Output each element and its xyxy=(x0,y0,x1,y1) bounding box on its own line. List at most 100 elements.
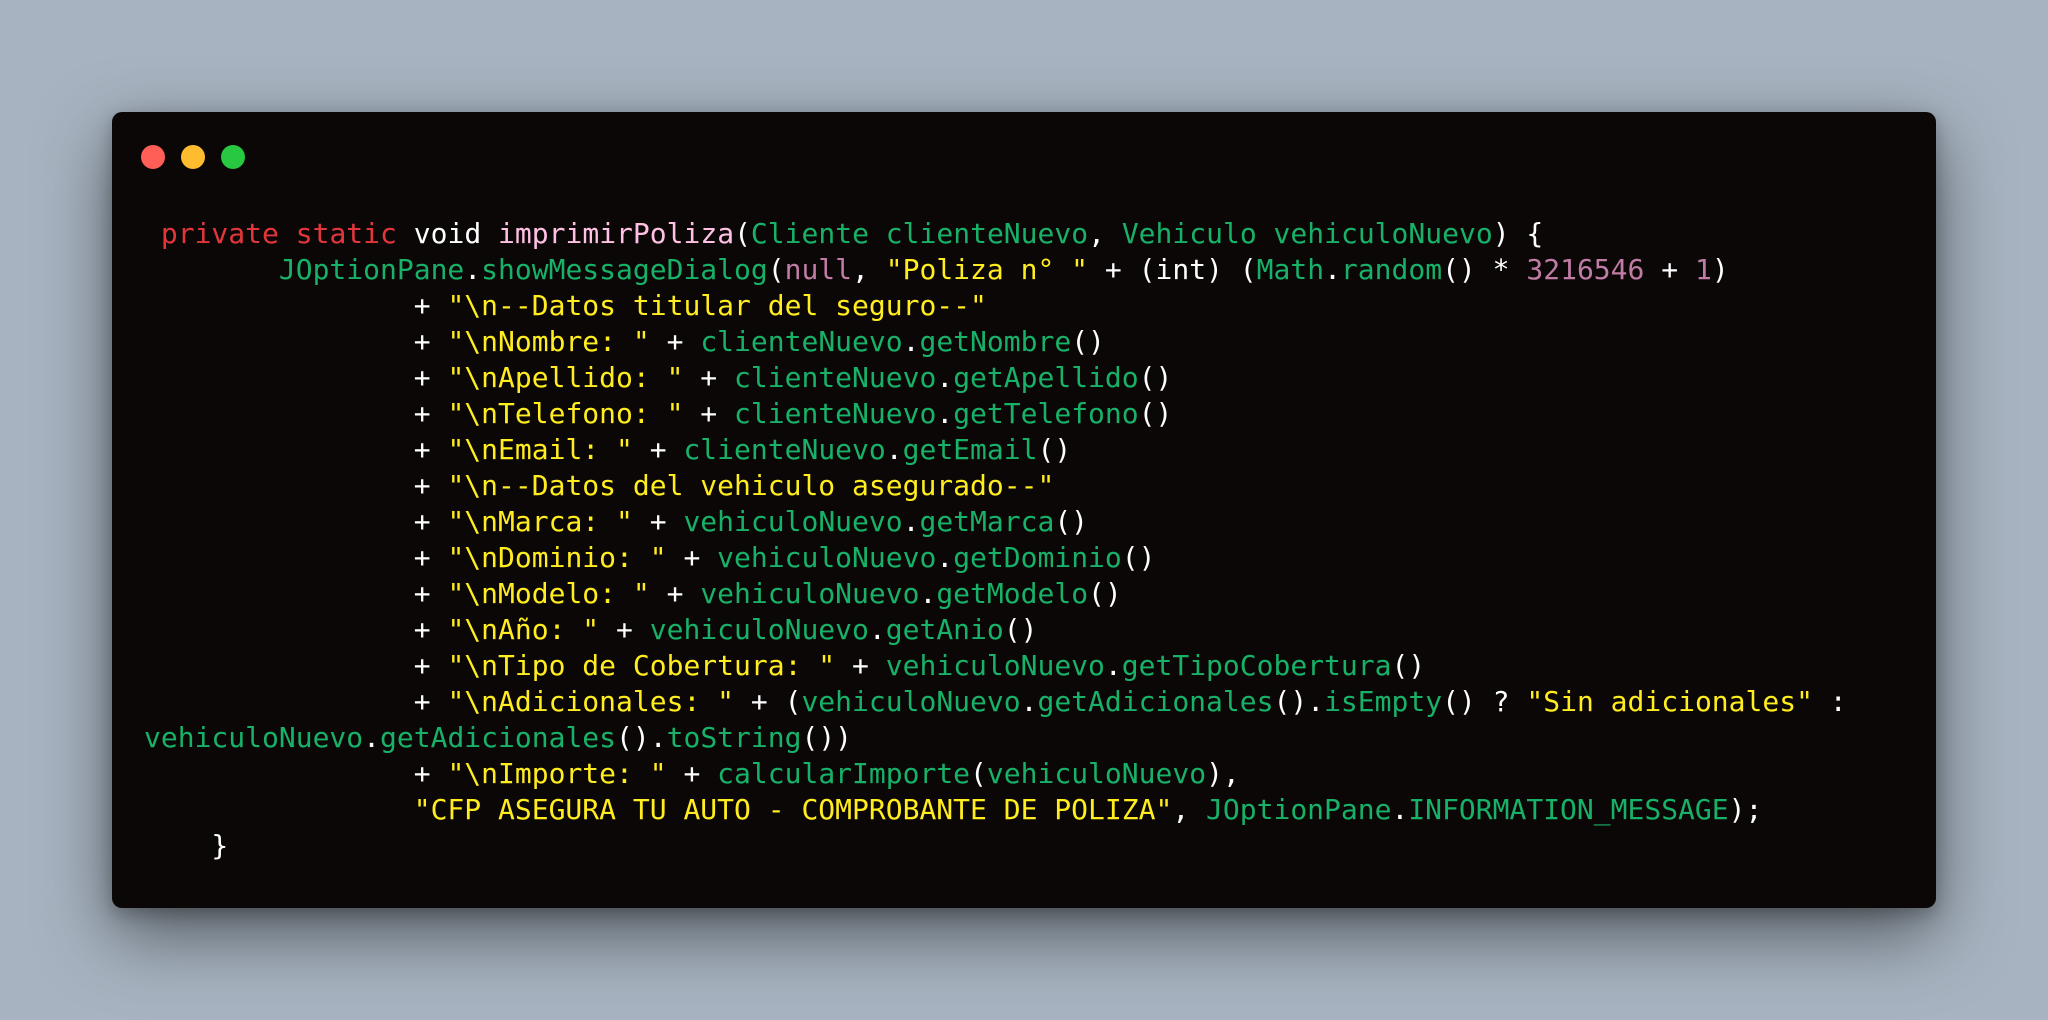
code-token: ( xyxy=(767,253,785,286)
code-token: Cliente xyxy=(750,217,869,250)
close-dot[interactable] xyxy=(141,145,165,169)
code-token: . xyxy=(1324,253,1341,286)
code-token: + xyxy=(666,757,718,790)
code-token: calcularImporte xyxy=(717,757,971,790)
code-token: private xyxy=(160,217,279,250)
code-token: . xyxy=(902,325,920,358)
code-token: "Sin adicionales" xyxy=(1526,685,1813,718)
code-token: getTipoCobertura xyxy=(1121,649,1392,682)
code-token: toString xyxy=(666,721,802,754)
code-token: + xyxy=(683,397,735,430)
code-token: (). xyxy=(616,721,667,754)
code-token: + xyxy=(144,541,448,574)
code-token: getNombre xyxy=(919,325,1072,358)
code-token: + xyxy=(632,433,684,466)
code-token: + xyxy=(144,505,448,538)
code-token: + xyxy=(666,541,718,574)
code-token: + xyxy=(144,613,448,646)
code-token: "\n--Datos titular del seguro--" xyxy=(447,289,987,322)
code-token: getMarca xyxy=(919,505,1055,538)
code-token: vehiculoNuevo xyxy=(885,649,1105,682)
code-token: null xyxy=(784,253,853,286)
minimize-dot[interactable] xyxy=(181,145,205,169)
code-token: : xyxy=(1812,685,1847,718)
code-token: + xyxy=(599,613,650,646)
code-token: . xyxy=(363,721,381,754)
code-token: () xyxy=(1121,541,1156,574)
code-token: () xyxy=(1054,505,1089,538)
code-token: random xyxy=(1340,253,1443,286)
code-token: + xyxy=(144,469,448,502)
code-token: Math xyxy=(1256,253,1325,286)
code-token: + xyxy=(649,325,701,358)
code-line: + "\nImporte: " + calcularImporte(vehicu… xyxy=(144,756,1847,792)
code-line: + "\n--Datos titular del seguro--" xyxy=(144,288,1847,324)
code-token: + xyxy=(144,433,448,466)
code-token: . xyxy=(919,577,937,610)
code-token: void xyxy=(413,217,482,250)
code-token: "\nDominio: " xyxy=(447,541,667,574)
code-token: . xyxy=(936,361,954,394)
code-line: vehiculoNuevo.getAdicionales().toString(… xyxy=(144,720,1847,756)
code-token: . xyxy=(1020,685,1038,718)
code-block: private static void imprimirPoliza(Clien… xyxy=(144,216,1847,864)
code-line: + "\nMarca: " + vehiculoNuevo.getMarca() xyxy=(144,504,1847,540)
code-line: + "\nTipo de Cobertura: " + vehiculoNuev… xyxy=(144,648,1847,684)
code-token: () xyxy=(1071,325,1105,358)
code-token: clienteNuevo xyxy=(700,325,903,358)
code-token: isEmpty xyxy=(1324,685,1443,718)
code-token: getAdicionales xyxy=(380,721,617,754)
code-token: () xyxy=(1138,397,1173,430)
code-token: vehiculoNuevo xyxy=(700,577,920,610)
code-token: . xyxy=(464,253,482,286)
code-token: vehiculoNuevo xyxy=(801,685,1021,718)
code-token: getModelo xyxy=(936,577,1089,610)
code-token: ), xyxy=(1206,757,1240,790)
code-token: . xyxy=(885,433,903,466)
code-token: + xyxy=(632,505,684,538)
code-token: ( xyxy=(734,217,751,250)
code-token: ); xyxy=(1728,793,1763,826)
code-token: getTelefono xyxy=(953,397,1139,430)
code-token: () * xyxy=(1442,253,1527,286)
code-token: getApellido xyxy=(953,361,1139,394)
code-line: + "\nModelo: " + vehiculoNuevo.getModelo… xyxy=(144,576,1847,612)
code-token: "CFP ASEGURA TU AUTO - COMPROBANTE DE PO… xyxy=(413,793,1173,826)
code-token: , xyxy=(1088,217,1122,250)
code-line: + "\nApellido: " + clienteNuevo.getApell… xyxy=(144,360,1847,396)
code-token: vehiculoNuevo xyxy=(144,721,364,754)
code-token: clienteNuevo xyxy=(885,217,1089,250)
code-line: } xyxy=(144,828,1847,864)
code-token: } xyxy=(144,829,229,862)
code-token: , xyxy=(852,253,886,286)
code-token: . xyxy=(902,505,920,538)
code-token: . xyxy=(1104,649,1122,682)
code-token: + xyxy=(144,289,448,322)
code-token: vehiculoNuevo xyxy=(986,757,1207,790)
code-token: clienteNuevo xyxy=(734,361,937,394)
code-token: "\n--Datos del vehiculo asegurado--" xyxy=(447,469,1055,502)
code-token: JOptionPane xyxy=(278,253,465,286)
code-line: + "\nTelefono: " + clienteNuevo.getTelef… xyxy=(144,396,1847,432)
maximize-dot[interactable] xyxy=(221,145,245,169)
code-token: JOptionPane xyxy=(1206,793,1392,826)
code-token: INFORMATION_MESSAGE xyxy=(1408,793,1729,826)
code-token: ( xyxy=(970,757,987,790)
code-token: clienteNuevo xyxy=(683,433,886,466)
code-token: clienteNuevo xyxy=(734,397,937,430)
code-line: + "\nDominio: " + vehiculoNuevo.getDomin… xyxy=(144,540,1847,576)
code-token: "\nAño: " xyxy=(447,613,600,646)
code-token: "\nModelo: " xyxy=(447,577,650,610)
code-token: () xyxy=(1138,361,1173,394)
code-token: . xyxy=(936,397,954,430)
code-line: + "\nAño: " + vehiculoNuevo.getAnio() xyxy=(144,612,1847,648)
code-token: + xyxy=(1644,253,1695,286)
code-token: ) { xyxy=(1492,217,1544,250)
